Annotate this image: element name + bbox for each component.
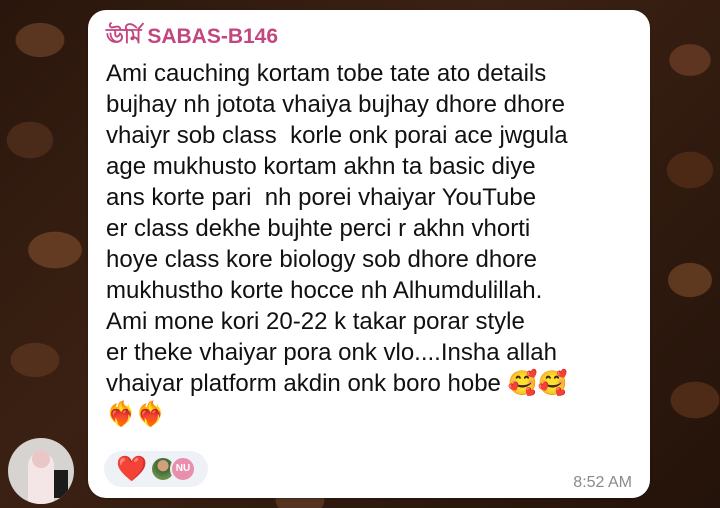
message-line: ans korte pari nh porei vhaiyar YouTube: [106, 184, 537, 211]
heart-reaction-icon: ❤️: [116, 455, 148, 483]
message-line: hoye class kore biology sob dhore dhore: [106, 246, 537, 273]
avatar-head-shape: [32, 450, 50, 468]
message-line: er class dekhe bujhte perci r akhn vhort…: [106, 215, 531, 242]
message-line: er theke vhaiyar pora onk vlo....Insha a…: [106, 339, 557, 366]
message-line: bujhay nh jotota vhaiya bujhay dhore dho…: [106, 91, 565, 118]
message-bubble[interactable]: ঊর্মি SABAS-B146 Ami cauching kortam tob…: [88, 10, 650, 498]
message-line: age mukhusto kortam akhn ta basic diye: [106, 153, 536, 180]
message-line: vhaiyar platform akdin onk boro hobe 🥰🥰: [106, 370, 568, 397]
message-line: vhaiyr sob class korle onk porai ace jwg…: [106, 122, 568, 149]
message-timestamp: 8:52 AM: [573, 474, 632, 491]
message-text: Ami cauching kortam tobe tate ato detail…: [106, 58, 646, 430]
sender-avatar[interactable]: [8, 438, 74, 504]
reactor-avatar-initials: NU: [170, 456, 196, 482]
sender-name[interactable]: ঊর্মি SABAS-B146: [106, 20, 278, 55]
message-line: Ami cauching kortam tobe tate ato detail…: [106, 60, 547, 87]
message-line: Ami mone kori 20-22 k takar porar style: [106, 308, 525, 335]
reactions-pill[interactable]: ❤️ NU: [104, 451, 208, 487]
message-line: mukhustho korte hocce nh Alhumdulillah.: [106, 277, 543, 304]
message-line: ❤️‍🔥❤️‍🔥: [106, 401, 166, 428]
